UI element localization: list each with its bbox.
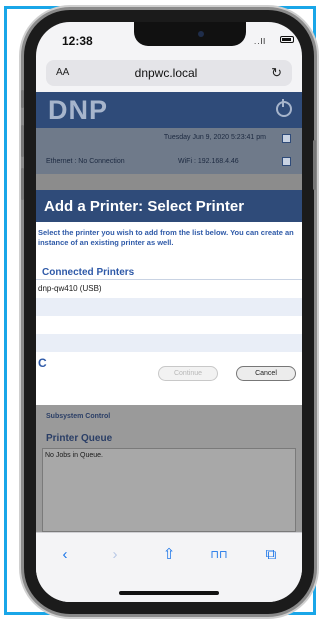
overlay-band — [36, 174, 302, 190]
connected-printers-heading: Connected Printers — [42, 267, 135, 278]
edit-datetime-icon[interactable] — [282, 134, 291, 143]
printer-queue-heading: Printer Queue — [46, 433, 113, 444]
power-icon[interactable] — [276, 99, 292, 117]
home-indicator — [119, 591, 219, 595]
volume-down-button — [21, 168, 24, 200]
printer-row[interactable] — [36, 298, 302, 316]
signal-wifi-icon: ..ll — [254, 37, 266, 46]
printer-row[interactable]: dnp-qw410 (USB) — [36, 280, 302, 298]
printer-row[interactable] — [36, 334, 302, 352]
cancel-button[interactable]: Cancel — [236, 366, 296, 381]
web-page: DNP Tuesday Jun 9, 2020 5:23:41 pm Ether… — [36, 92, 302, 532]
phone-screen: 12:38 ..ll AA dnpwc.local ↻ DNP Tuesday … — [36, 22, 302, 602]
bookmarks-icon[interactable]: ⊓⊓ — [206, 545, 232, 565]
camera-icon — [198, 31, 204, 37]
ethernet-status: Ethernet : No Connection — [46, 158, 125, 165]
printer-queue-box: No Jobs in Queue. — [42, 448, 296, 532]
reload-icon[interactable]: ↻ — [271, 65, 282, 81]
datetime-text: Tuesday Jun 9, 2020 5:23:41 pm — [163, 134, 266, 141]
url-text[interactable]: dnpwc.local — [106, 66, 226, 80]
back-icon[interactable]: ‹ — [52, 545, 78, 565]
dnp-header: DNP — [36, 92, 302, 128]
dialog-description: Select the printer you wish to add from … — [38, 228, 294, 247]
edit-network-icon[interactable] — [282, 157, 291, 166]
silent-switch — [21, 90, 24, 108]
tabs-icon[interactable]: ⧉ — [258, 545, 284, 565]
printer-row[interactable] — [36, 316, 302, 334]
safari-toolbar: ‹ › ⇧ ⊓⊓ ⧉ — [36, 532, 302, 602]
address-bar[interactable]: AA dnpwc.local ↻ — [46, 60, 292, 86]
screenshot-frame: 12:38 ..ll AA dnpwc.local ↻ DNP Tuesday … — [0, 0, 320, 619]
notch — [134, 22, 246, 46]
volume-up-button — [21, 125, 24, 157]
continue-button[interactable]: Continue — [158, 366, 218, 381]
share-icon[interactable]: ⇧ — [156, 545, 182, 565]
power-side-button — [313, 140, 316, 190]
subsystem-control-link[interactable]: Subsystem Control — [46, 413, 110, 420]
forward-icon[interactable]: › — [102, 545, 128, 565]
wifi-status: WiFi : 192.168.4.46 — [178, 158, 239, 165]
network-row: Ethernet : No Connection WiFi : 192.168.… — [36, 150, 302, 174]
battery-icon — [280, 36, 294, 43]
dialog-title-bar: Add a Printer: Select Printer — [36, 190, 302, 222]
select-printer-dialog: Add a Printer: Select Printer Select the… — [36, 190, 302, 405]
loading-spinner-icon: C — [38, 356, 47, 370]
printer-queue-status: No Jobs in Queue. — [45, 452, 103, 459]
printer-name: dnp-qw410 (USB) — [38, 284, 102, 293]
datetime-row: Tuesday Jun 9, 2020 5:23:41 pm — [36, 128, 302, 150]
dnp-logo: DNP — [48, 95, 109, 125]
dialog-title: Add a Printer: Select Printer — [44, 198, 245, 215]
text-size-button[interactable]: AA — [56, 67, 69, 78]
status-time: 12:38 — [62, 34, 93, 48]
